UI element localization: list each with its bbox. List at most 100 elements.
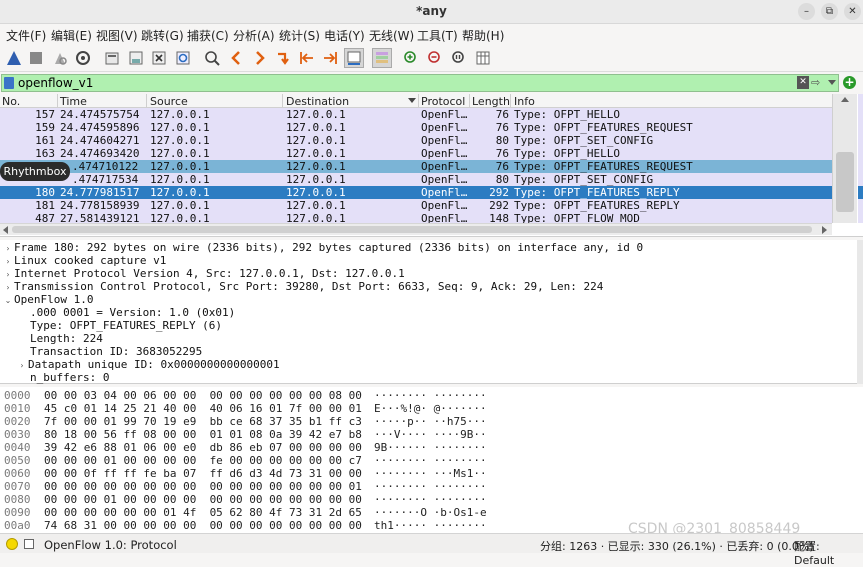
packet-minimap[interactable] (858, 94, 863, 223)
detail-transaction-id[interactable]: Transaction ID: 3683052295 (30, 345, 202, 358)
go-forward-icon[interactable] (250, 48, 270, 68)
edit-comment-icon[interactable] (24, 539, 34, 549)
packet-row[interactable]: .474717534 127.0.0.1 127.0.0.1 OpenFl… 8… (0, 173, 832, 186)
packet-row[interactable]: 163 24.474693420 127.0.0.1 127.0.0.1 Ope… (0, 147, 832, 160)
packet-row[interactable]: .474710122 127.0.0.1 127.0.0.1 OpenFl… 7… (0, 160, 832, 173)
menu-capture[interactable]: 捕获(C) (187, 27, 229, 44)
detail-text: .000 0001 = Version: 1.0 (0x01) (30, 306, 236, 319)
menu-wireless[interactable]: 无线(W) (369, 27, 414, 44)
column-header-protocol[interactable]: Protocol (421, 95, 465, 108)
hscroll-thumb[interactable] (12, 226, 812, 233)
detail-length[interactable]: Length: 224 (30, 332, 103, 345)
go-back-icon[interactable] (226, 48, 246, 68)
menu-telephony[interactable]: 电话(Y) (324, 27, 365, 44)
reload-icon[interactable] (173, 48, 193, 68)
packet-row[interactable]: 159 24.474595896 127.0.0.1 127.0.0.1 Ope… (0, 121, 832, 134)
window-title: *any (416, 4, 447, 18)
autoscroll-icon[interactable] (344, 48, 364, 68)
packet-time: .474717534 (72, 173, 139, 186)
go-last-icon[interactable] (320, 48, 340, 68)
detail-openflow[interactable]: ⌄ OpenFlow 1.0 (2, 293, 94, 307)
menu-statistics[interactable]: 统计(S) (279, 27, 320, 44)
menu-help[interactable]: 帮助(H) (462, 27, 504, 44)
restart-icon[interactable] (50, 48, 70, 68)
column-header-source[interactable]: Source (150, 95, 188, 108)
save-file-icon[interactable] (126, 48, 146, 68)
detail-linux-cooked[interactable]: › Linux cooked capture v1 (2, 254, 166, 267)
expert-info-icon[interactable] (6, 538, 18, 550)
menu-edit[interactable]: 编辑(E) (51, 27, 92, 44)
packet-list-hscrollbar[interactable] (0, 223, 832, 235)
collapse-arrow-icon[interactable]: ⌄ (2, 294, 14, 307)
close-button[interactable]: ✕ (844, 3, 861, 20)
detail-version[interactable]: .000 0001 = Version: 1.0 (0x01) (30, 306, 235, 319)
column-separator[interactable] (510, 94, 511, 108)
menu-analyze[interactable]: 分析(A) (233, 27, 275, 44)
display-filter-input[interactable] (18, 75, 778, 91)
zoom-in-icon[interactable] (401, 48, 421, 68)
maximize-button[interactable]: ⧉ (821, 3, 838, 20)
packet-length: 80 (495, 134, 509, 147)
packet-row[interactable]: 161 24.474604271 127.0.0.1 127.0.0.1 Ope… (0, 134, 832, 147)
close-file-icon[interactable] (149, 48, 169, 68)
apply-filter-icon[interactable]: ⇨ (811, 76, 820, 89)
clear-filter-icon[interactable]: ✕ (797, 76, 809, 89)
bytes-offset: 0080 (4, 493, 31, 506)
menu-file[interactable]: 文件(F) (6, 27, 46, 44)
column-separator[interactable] (57, 94, 58, 108)
detail-datapath-id[interactable]: › Datapath unique ID: 0x0000000000000001 (16, 358, 279, 372)
column-header-length[interactable]: Length (472, 95, 510, 108)
capture-options-icon[interactable] (73, 48, 93, 68)
details-scrollbar[interactable] (857, 240, 863, 384)
column-separator[interactable] (418, 94, 419, 108)
packet-list-scrollbar[interactable] (832, 94, 857, 223)
column-header-time[interactable]: Time (60, 95, 87, 108)
filter-dropdown-icon[interactable] (828, 80, 836, 85)
scroll-up-arrow-icon[interactable] (841, 97, 849, 102)
scroll-thumb[interactable] (836, 152, 854, 212)
detail-type[interactable]: Type: OFPT_FEATURES_REPLY (6) (30, 319, 222, 332)
resize-columns-icon[interactable] (473, 48, 493, 68)
menu-view[interactable]: 视图(V) (96, 27, 138, 44)
bytes-ascii: ·····p·· ··h75··· (374, 415, 487, 428)
bytes-hex: 00 00 00 01 00 00 00 00 00 00 00 00 00 0… (44, 493, 362, 506)
bytes-offset: 0070 (4, 480, 31, 493)
shark-fin-start-icon[interactable] (4, 48, 24, 68)
detail-frame[interactable]: › Frame 180: 292 bytes on wire (2336 bits… (2, 241, 643, 254)
add-filter-button-icon[interactable]: + (843, 76, 856, 89)
go-to-packet-icon[interactable] (273, 48, 293, 68)
packet-row[interactable]: 487 27.581439121 127.0.0.1 127.0.0.1 Ope… (0, 212, 832, 223)
column-separator[interactable] (282, 94, 283, 108)
menu-tools[interactable]: 工具(T) (417, 27, 458, 44)
detail-ipv4[interactable]: › Internet Protocol Version 4, Src: 127.0… (2, 267, 404, 280)
display-filter-field[interactable]: ✕ ⇨ (1, 74, 839, 92)
zoom-out-icon[interactable] (425, 48, 445, 68)
menu-go[interactable]: 跳转(G) (141, 27, 184, 44)
column-header-info[interactable]: Info (514, 95, 535, 108)
packet-length: 76 (495, 147, 509, 160)
menu-bar: 文件(F) 编辑(E) 视图(V) 跳转(G) 捕获(C) 分析(A) 统计(S… (0, 24, 863, 44)
column-separator[interactable] (146, 94, 147, 108)
packet-row[interactable]: 181 24.778158939 127.0.0.1 127.0.0.1 Ope… (0, 199, 832, 212)
detail-tcp[interactable]: › Transmission Control Protocol, Src Port… (2, 280, 603, 293)
expand-arrow-icon[interactable]: › (16, 359, 28, 372)
go-first-icon[interactable] (297, 48, 317, 68)
stop-icon[interactable] (26, 48, 46, 68)
minimize-button[interactable]: – (798, 3, 815, 20)
open-file-icon[interactable] (102, 48, 122, 68)
scroll-left-arrow-icon[interactable] (3, 226, 8, 234)
colorize-icon[interactable] (372, 48, 392, 68)
packet-row[interactable]: 157 24.474575754 127.0.0.1 127.0.0.1 Ope… (0, 108, 832, 121)
bytes-hex: 45 c0 01 14 25 21 40 00 40 06 16 01 7f 0… (44, 402, 362, 415)
packet-time: .474710122 (72, 160, 139, 173)
zoom-normal-icon[interactable] (449, 48, 469, 68)
detail-n-buffers[interactable]: n_buffers: 0 (30, 371, 109, 384)
column-header-destination[interactable]: Destination (286, 95, 349, 108)
scroll-right-arrow-icon[interactable] (822, 226, 827, 234)
bookmark-icon[interactable] (4, 77, 14, 89)
bytes-hex: 39 42 e6 88 01 06 00 e0 db 86 eb 07 00 0… (44, 441, 362, 454)
column-header-no[interactable]: No. (2, 95, 20, 108)
packet-row-selected[interactable]: 180 24.777981517 127.0.0.1 127.0.0.1 Ope… (0, 186, 832, 199)
column-separator[interactable] (469, 94, 470, 108)
find-packet-icon[interactable] (202, 48, 222, 68)
